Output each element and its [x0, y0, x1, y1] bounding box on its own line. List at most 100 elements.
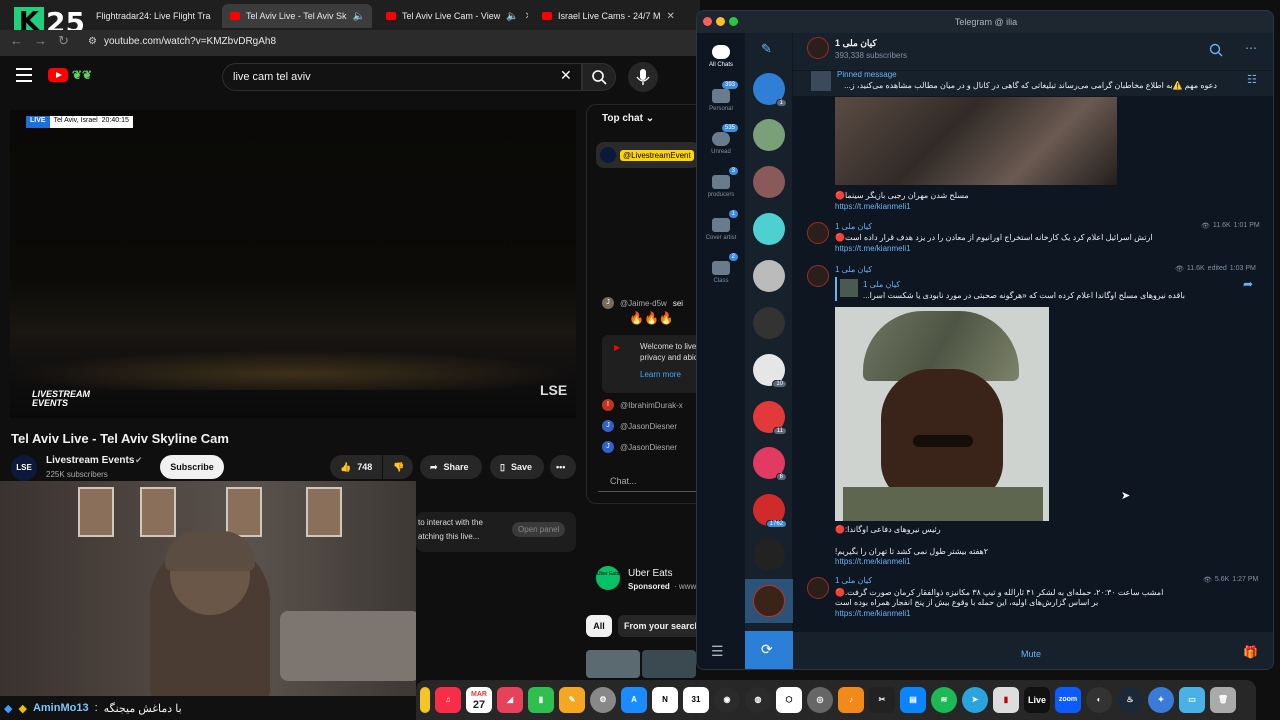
system-settings-icon[interactable]: ⚙: [590, 687, 616, 713]
tab-tel-aviv-live-cam[interactable]: Tel Aviv Live Cam - View 🔈 ✕: [378, 4, 528, 28]
chat-avatar[interactable]: [753, 213, 785, 245]
chat-avatar[interactable]: [753, 166, 785, 198]
close-icon[interactable]: ✕: [667, 11, 675, 22]
chat-avatar[interactable]: 1762: [753, 494, 787, 528]
close-icon[interactable]: ✕: [525, 11, 528, 22]
sender-avatar[interactable]: [807, 265, 829, 287]
live-app-icon[interactable]: Live: [1024, 687, 1050, 713]
safari-app-icon[interactable]: ✦: [1148, 687, 1174, 713]
folder-unread[interactable]: 535 Unread: [697, 124, 745, 155]
mainstage-app-icon[interactable]: ◍: [745, 687, 771, 713]
chat-input[interactable]: Chat...: [598, 470, 700, 492]
pinned-list-icon[interactable]: ☷: [1247, 73, 1257, 86]
search-button[interactable]: [582, 63, 616, 91]
clear-search-icon[interactable]: ✕: [560, 67, 572, 84]
message-link[interactable]: https://t.me/kianmeli1: [835, 244, 911, 253]
save-button[interactable]: ▯ Save: [490, 455, 544, 479]
message-link[interactable]: https://t.me/kianmeli1: [835, 557, 911, 566]
chat-avatar[interactable]: 6: [753, 447, 787, 481]
settings-sliders-icon[interactable]: ☰: [711, 643, 724, 660]
chat-avatar[interactable]: 10: [753, 354, 787, 388]
sender-avatar[interactable]: [807, 577, 829, 599]
channel-title[interactable]: کیان ملی 1: [835, 38, 877, 49]
telegram-app-icon[interactable]: ➤: [962, 687, 988, 713]
capcut-app-icon[interactable]: ✂: [869, 687, 895, 713]
site-settings-icon[interactable]: ⚙: [88, 36, 97, 47]
app-store-icon[interactable]: A: [621, 687, 647, 713]
gift-icon[interactable]: 🎁: [1243, 645, 1258, 659]
logic-app-icon[interactable]: ◉: [714, 687, 740, 713]
message-link[interactable]: https://t.me/kianmeli1: [835, 202, 911, 211]
more-options-icon[interactable]: ⋯: [1245, 41, 1257, 55]
url-text[interactable]: youtube.com/watch?v=KMZbvDRgAh8: [104, 36, 276, 47]
forward-arrow-icon[interactable]: →: [34, 33, 47, 48]
notion-calendar-icon[interactable]: 31: [683, 687, 709, 713]
news-app-icon[interactable]: ◢: [497, 687, 523, 713]
minimize-window-icon[interactable]: [716, 17, 725, 26]
video-player[interactable]: [10, 110, 576, 418]
open-panel-button[interactable]: Open panel: [512, 522, 566, 537]
recommended-thumbnail[interactable]: [642, 650, 696, 678]
forward-arrow-icon[interactable]: ➦: [1243, 277, 1253, 291]
chat-avatar[interactable]: [753, 307, 785, 339]
spotify-app-icon[interactable]: ≋: [931, 687, 957, 713]
calendar-app-icon[interactable]: MAR 27: [466, 687, 492, 713]
search-icon[interactable]: [1209, 43, 1223, 57]
speaker-icon[interactable]: 🔈: [506, 11, 518, 22]
trash-icon[interactable]: 🗑: [1210, 687, 1236, 713]
chat-avatar[interactable]: [753, 539, 785, 571]
recommended-thumbnail[interactable]: [586, 650, 640, 678]
compose-icon[interactable]: ✎: [761, 41, 772, 57]
obs-app-icon[interactable]: ◐: [1086, 687, 1112, 713]
sponsored-ad[interactable]: Uber Eats Uber Eats Sponsored · www.: [586, 556, 700, 600]
chat-avatar[interactable]: [753, 119, 785, 151]
message-photo[interactable]: [835, 97, 1117, 185]
notes-app-icon[interactable]: [420, 687, 430, 713]
voice-search-button[interactable]: [628, 62, 658, 92]
dislike-button[interactable]: 👎: [383, 455, 413, 479]
refresh-icon[interactable]: ⟳: [761, 641, 773, 658]
chat-avatar[interactable]: [753, 260, 785, 292]
like-button[interactable]: 👍 748: [330, 455, 382, 479]
channel-avatar[interactable]: LSE: [11, 455, 37, 481]
share-button[interactable]: ➦ Share: [420, 455, 482, 479]
folder-personal[interactable]: 393 Personal: [697, 81, 745, 112]
tab-israel-live-cams[interactable]: Israel Live Cams - 24/7 M ✕: [534, 4, 694, 28]
garageband-icon[interactable]: ♪: [838, 687, 864, 713]
steam-app-icon[interactable]: ♨: [1117, 687, 1143, 713]
folder-all-chats[interactable]: All Chats: [697, 45, 745, 68]
back-arrow-icon[interactable]: ←: [10, 33, 23, 48]
sender-avatar[interactable]: [807, 222, 829, 244]
message-sender[interactable]: کیان ملی 1: [835, 222, 872, 231]
message-link[interactable]: https://t.me/kianmeli1: [835, 609, 911, 618]
search-input[interactable]: live cam tel aviv: [222, 63, 582, 91]
preview-app-icon[interactable]: ▤: [900, 687, 926, 713]
channel-name[interactable]: Livestream Events: [46, 455, 134, 466]
notion-app-icon[interactable]: N: [652, 687, 678, 713]
hamburger-menu-icon[interactable]: [16, 68, 32, 82]
mute-button[interactable]: Mute: [1021, 649, 1041, 659]
pinned-chat-message[interactable]: @LivestreamEvent: [596, 142, 700, 168]
subscribe-button[interactable]: Subscribe: [160, 455, 224, 479]
learn-more-link[interactable]: Learn more: [640, 370, 681, 379]
bible-app-icon[interactable]: ▮: [993, 687, 1019, 713]
chat-avatar[interactable]: 11: [753, 401, 787, 435]
filter-chip-all[interactable]: All: [586, 615, 612, 637]
folder-class[interactable]: 2 Class: [697, 253, 745, 284]
youtube-logo[interactable]: ❦❦: [48, 68, 92, 82]
zoom-window-icon[interactable]: [729, 17, 738, 26]
speaker-icon[interactable]: 🔈: [353, 11, 365, 22]
chat-avatar[interactable]: 1: [753, 73, 787, 107]
tab-flightradar[interactable]: Flightradar24: Live Flight Tra ✕: [88, 4, 218, 28]
close-icon[interactable]: ✕: [371, 11, 372, 22]
downloads-folder-icon[interactable]: ▭: [1179, 687, 1205, 713]
numbers-app-icon[interactable]: ▮: [528, 687, 554, 713]
close-window-icon[interactable]: [703, 17, 712, 26]
pages-app-icon[interactable]: ✎: [559, 687, 585, 713]
tab-tel-aviv-live[interactable]: Tel Aviv Live - Tel Aviv Sk 🔈 ✕: [222, 4, 372, 28]
message-photo-portrait[interactable]: [835, 307, 1049, 521]
message-sender[interactable]: کیان ملی 1: [835, 265, 872, 274]
folder-producers[interactable]: 3 producers: [697, 167, 745, 198]
filter-chip-from-search[interactable]: From your search: [618, 615, 700, 637]
message-sender[interactable]: کیان ملی 1: [835, 576, 872, 585]
